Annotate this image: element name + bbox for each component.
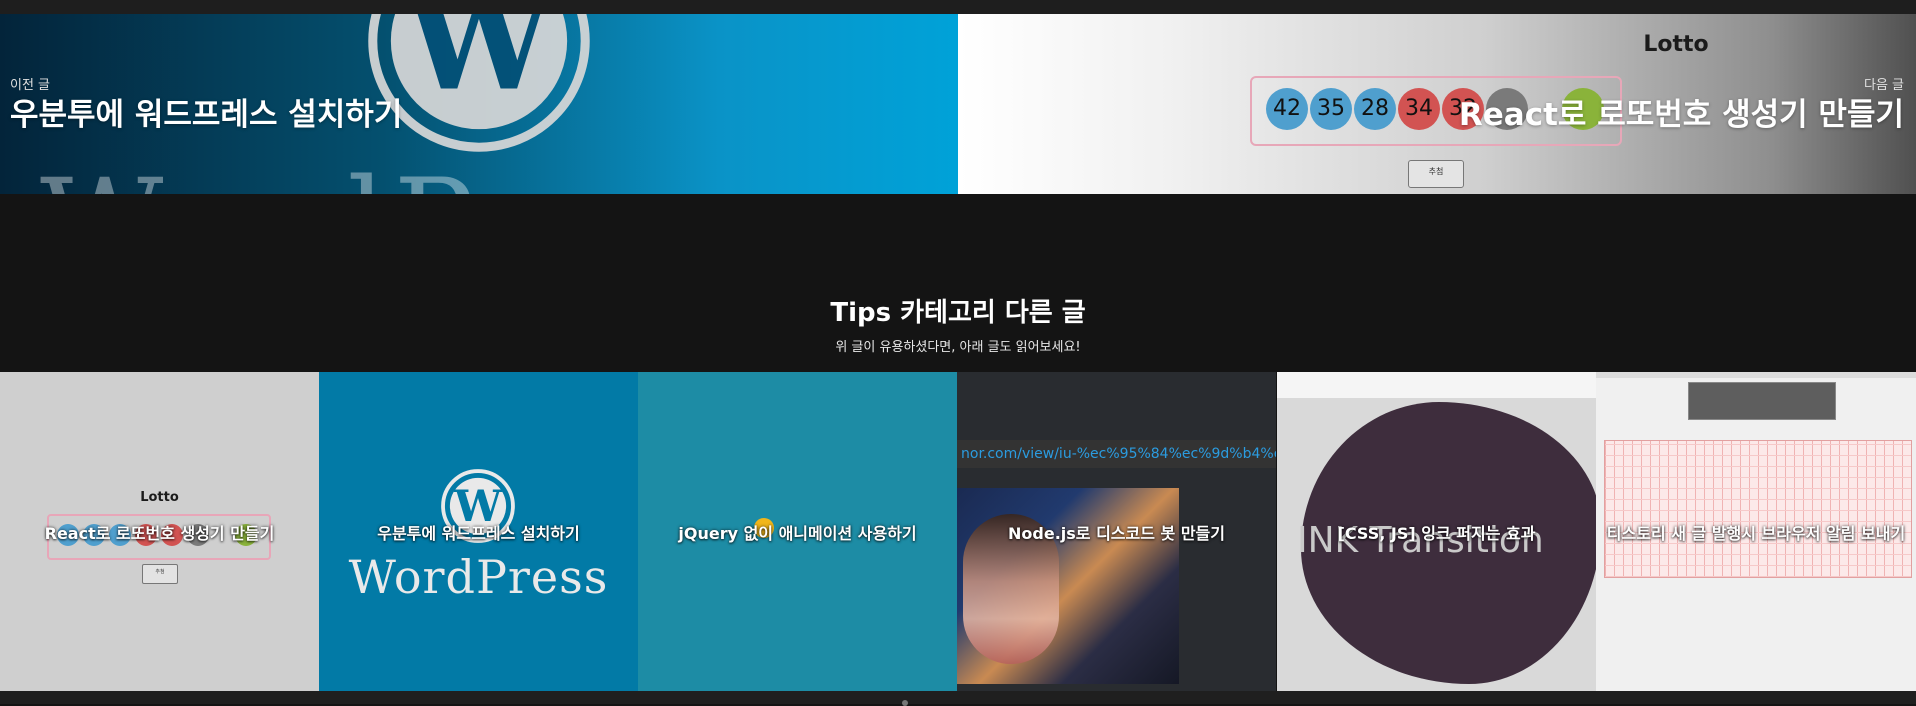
bottom-bar — [0, 691, 1916, 704]
lotto-ball: 35 — [1310, 88, 1352, 130]
next-post-title: React로 로또번호 생성기 만들기 — [1458, 97, 1904, 133]
notification-dialog-shape — [1688, 382, 1836, 420]
related-card-title: [CSS, JS] 잉크 퍼지는 효과 — [1337, 524, 1536, 543]
lotto-ball: 28 — [1354, 88, 1396, 130]
related-card[interactable]: jQuery 없이 애니메이션 사용하기 — [638, 372, 957, 691]
thumb-top-strip — [1277, 372, 1596, 398]
lotto-ball: 34 — [1398, 88, 1440, 130]
lotto-thumb-button: 추첨 — [142, 564, 178, 584]
related-card[interactable]: Lotto 추첨 React로 로또번호 생성기 만들기 — [0, 372, 319, 691]
related-card-title: 우분투에 워드프레스 설치하기 — [377, 524, 580, 543]
lotto-preview-heading: Lotto — [1643, 32, 1709, 57]
related-card-title: 티스토리 새 글 발행시 브라우저 알림 보내기 — [1606, 524, 1906, 543]
related-card[interactable]: W WordPress 우분투에 워드프레스 설치하기 — [319, 372, 638, 691]
prev-post-title: 우분투에 워드프레스 설치하기 — [10, 97, 403, 133]
related-card-title: Node.js로 디스코드 봇 만들기 — [1008, 524, 1225, 543]
related-card-title: React로 로또번호 생성기 만들기 — [44, 524, 275, 543]
related-card-title: jQuery 없이 애니메이션 사용하기 — [678, 524, 917, 543]
lotto-thumb-heading: Lotto — [140, 490, 179, 505]
wordpress-wordmark: WordPress — [348, 550, 609, 604]
table-grid-shape — [1604, 440, 1912, 578]
top-bar — [0, 0, 1916, 14]
related-section-subtitle: 위 글이 유용하셨다면, 아래 글도 읽어보세요! — [835, 340, 1081, 355]
related-section-title: Tips 카테고리 다른 글 — [830, 298, 1086, 328]
related-cards-grid: Lotto 추첨 React로 로또번호 생성기 만들기 W WordPress… — [0, 372, 1916, 691]
lotto-ball: 42 — [1266, 88, 1308, 130]
wordpress-wordmark-bg: WordPress — [40, 154, 766, 194]
svg-text:W: W — [403, 14, 554, 119]
next-post-banner[interactable]: Lotto 42 35 28 34 32 추첨 다음 글 React로 로또번호… — [958, 14, 1916, 194]
related-card[interactable]: INK Transition [CSS, JS] 잉크 퍼지는 효과 — [1277, 372, 1596, 691]
scroll-dot-icon — [902, 700, 908, 706]
thumb-top-strip — [1596, 372, 1916, 378]
prev-post-banner[interactable]: W WordPress 이전 글 우분투에 워드프레스 설치하기 — [0, 14, 958, 194]
lotto-draw-button-preview: 추첨 — [1408, 160, 1464, 188]
related-card[interactable]: 티스토리 새 글 발행시 브라우저 알림 보내기 — [1596, 372, 1916, 691]
url-text: nor.com/view/iu-%ec%95%84%ec%9d%b4%ec — [957, 440, 1276, 468]
photo-thumbnail — [957, 488, 1179, 684]
related-card[interactable]: nor.com/view/iu-%ec%95%84%ec%9d%b4%ec No… — [957, 372, 1276, 691]
